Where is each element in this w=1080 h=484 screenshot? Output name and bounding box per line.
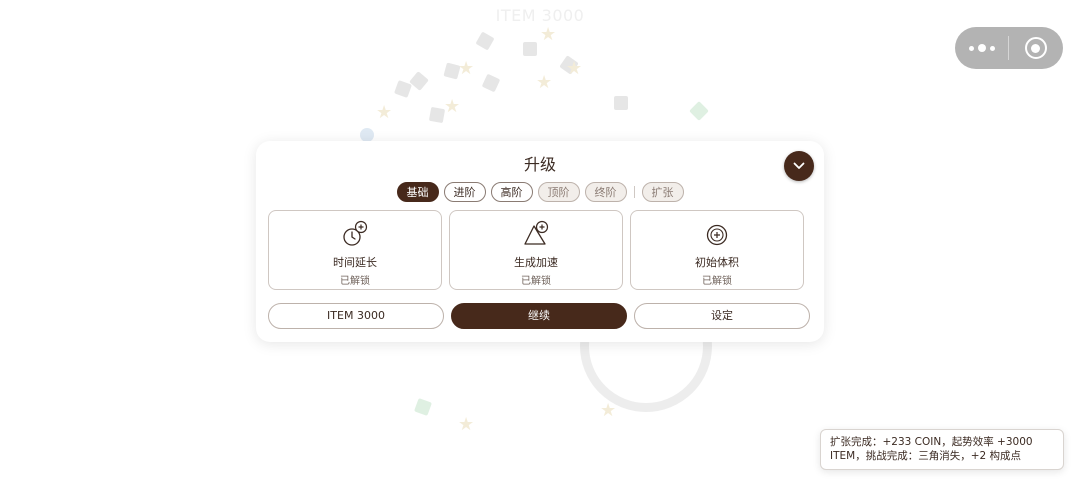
background-block bbox=[360, 128, 374, 142]
background-block bbox=[394, 80, 412, 98]
collapse-button[interactable] bbox=[784, 151, 814, 181]
menu-capsule bbox=[955, 27, 1063, 69]
upgrade-card-initial-volume[interactable]: 初始体积 已解锁 bbox=[630, 210, 804, 290]
card-name: 生成加速 bbox=[514, 256, 558, 269]
background-star-icon: ★ bbox=[458, 58, 475, 79]
background-block bbox=[689, 101, 709, 121]
background-block bbox=[614, 96, 628, 110]
toast-line: ITEM，挑战完成：三角消失，+2 构成点 bbox=[830, 450, 1022, 462]
background-title: ITEM 3000 bbox=[495, 6, 585, 25]
tab-expand[interactable]: 扩张 bbox=[641, 182, 684, 202]
tab-divider bbox=[633, 186, 635, 198]
toast-line: 扩张完成：+233 COIN，起势效率 +3000 bbox=[830, 436, 1033, 448]
tier-tabs: 基础 进阶 高阶 顶阶 终阶 扩张 bbox=[256, 182, 824, 202]
notification-toast: 扩张完成：+233 COIN，起势效率 +3000 ITEM，挑战完成：三角消失… bbox=[820, 429, 1064, 470]
clock-plus-icon bbox=[343, 220, 368, 246]
tab-high[interactable]: 高阶 bbox=[490, 182, 533, 202]
background-block bbox=[475, 31, 495, 51]
background-star-icon: ★ bbox=[536, 72, 553, 93]
tab-final[interactable]: 终阶 bbox=[584, 182, 627, 202]
more-button[interactable] bbox=[955, 27, 1008, 69]
background-star-icon: ★ bbox=[376, 102, 393, 123]
upgrade-panel: 升级 基础 进阶 高阶 顶阶 终阶 扩张 时间延长 已解锁 生成加速 已解锁 初… bbox=[256, 141, 824, 342]
card-status: 已解锁 bbox=[702, 276, 732, 287]
background-block bbox=[409, 71, 429, 91]
background-star-icon: ★ bbox=[600, 400, 617, 421]
coin-plus-icon bbox=[706, 224, 728, 246]
card-name: 时间延长 bbox=[333, 256, 377, 269]
chevron-down-icon bbox=[793, 162, 805, 169]
card-status: 已解锁 bbox=[521, 276, 551, 287]
upgrade-cards: 时间延长 已解锁 生成加速 已解锁 初始体积 已解锁 bbox=[268, 210, 804, 290]
more-dots-icon bbox=[968, 44, 995, 52]
background-block bbox=[523, 42, 537, 56]
panel-actions: ITEM 3000 继续 设定 bbox=[268, 303, 810, 329]
background-block bbox=[428, 106, 446, 124]
upgrade-card-time-extension[interactable]: 时间延长 已解锁 bbox=[268, 210, 442, 290]
background-star-icon: ★ bbox=[458, 414, 475, 435]
item-button[interactable]: ITEM 3000 bbox=[268, 303, 444, 329]
background-block bbox=[414, 398, 432, 416]
background-star-icon: ★ bbox=[444, 96, 461, 117]
card-status: 已解锁 bbox=[340, 276, 370, 287]
background-star-icon: ★ bbox=[540, 24, 557, 45]
panel-title: 升级 bbox=[523, 155, 556, 174]
background-block bbox=[443, 62, 461, 80]
upgrade-card-generation-speed[interactable]: 生成加速 已解锁 bbox=[449, 210, 623, 290]
tab-advanced[interactable]: 进阶 bbox=[443, 182, 486, 202]
settings-button[interactable]: 设定 bbox=[634, 303, 810, 329]
continue-button[interactable]: 继续 bbox=[451, 303, 627, 329]
card-name: 初始体积 bbox=[695, 256, 739, 269]
close-button[interactable] bbox=[1009, 27, 1062, 69]
background-block bbox=[559, 55, 579, 75]
tab-top[interactable]: 顶阶 bbox=[537, 182, 580, 202]
tab-basic[interactable]: 基础 bbox=[396, 182, 439, 202]
triangle-plus-icon bbox=[524, 220, 549, 245]
background-star-icon: ★ bbox=[566, 58, 583, 79]
background-block bbox=[481, 73, 501, 93]
target-circle-icon bbox=[1024, 37, 1047, 59]
